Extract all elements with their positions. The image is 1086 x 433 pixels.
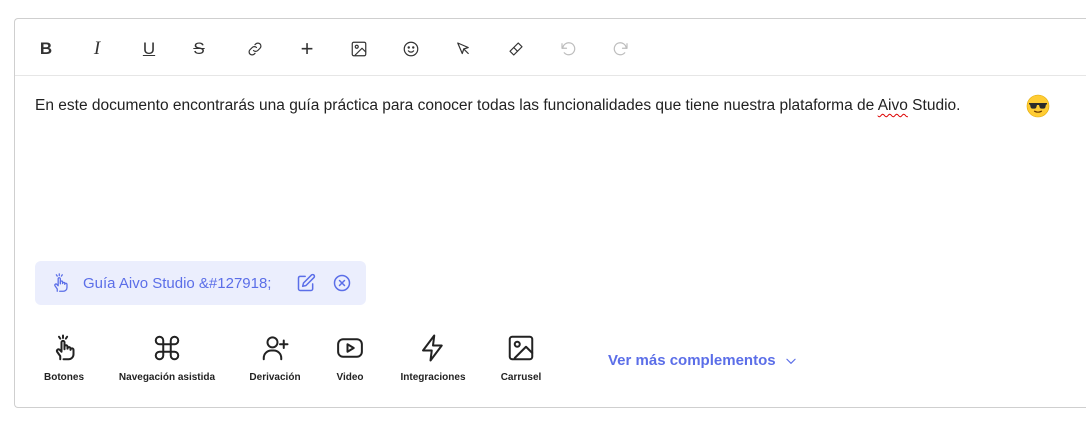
sunglasses-emoji-icon bbox=[1026, 94, 1050, 118]
tool-carrusel[interactable]: Carrusel bbox=[497, 333, 545, 383]
insert-image-button[interactable] bbox=[348, 38, 370, 60]
tool-video[interactable]: Video bbox=[330, 333, 370, 383]
tool-label: Botones bbox=[44, 372, 84, 383]
editor-toolbar: B I U S + bbox=[15, 19, 1086, 76]
close-circle-icon[interactable] bbox=[332, 273, 352, 293]
tool-botones[interactable]: Botones bbox=[39, 333, 89, 383]
tool-label: Navegación asistida bbox=[118, 372, 216, 383]
lightning-icon bbox=[418, 333, 448, 363]
rich-text-editor: B I U S + En este documento encontrarás … bbox=[14, 18, 1086, 408]
link-button[interactable] bbox=[244, 38, 266, 60]
misspelled-word: Aivo bbox=[877, 97, 908, 114]
bold-icon: B bbox=[39, 39, 53, 58]
redo-icon bbox=[613, 42, 628, 56]
eraser-icon bbox=[509, 42, 523, 56]
undo-button[interactable] bbox=[557, 38, 579, 60]
complements-bar: Botones Navegación asistida Derivación V… bbox=[15, 333, 1086, 393]
strikethrough-button[interactable]: S bbox=[188, 38, 210, 60]
bold-button[interactable]: B bbox=[35, 38, 57, 60]
tool-label: Video bbox=[336, 372, 364, 383]
tool-label: Derivación bbox=[249, 372, 301, 383]
plus-icon: + bbox=[300, 36, 314, 61]
cursor-arrow-icon bbox=[457, 42, 469, 55]
italic-icon: I bbox=[93, 38, 101, 59]
tool-label: Carrusel bbox=[500, 372, 542, 383]
image-icon bbox=[506, 333, 536, 363]
redo-button[interactable] bbox=[610, 38, 632, 60]
command-icon bbox=[152, 333, 182, 363]
eraser-button[interactable] bbox=[505, 38, 527, 60]
link-icon bbox=[248, 42, 262, 56]
undo-icon bbox=[561, 42, 576, 56]
tap-hand-icon bbox=[49, 333, 79, 363]
edit-icon[interactable] bbox=[296, 273, 316, 293]
play-icon bbox=[335, 333, 365, 363]
editor-content[interactable]: En este documento encontrarás una guía p… bbox=[35, 97, 1086, 115]
tool-derivacion[interactable]: Derivación bbox=[244, 333, 306, 383]
content-text-start: En este documento encontrarás una guía p… bbox=[35, 97, 878, 114]
user-plus-icon bbox=[260, 333, 290, 363]
more-complements-label: Ver más complementos bbox=[608, 352, 776, 369]
tool-label: Integraciones bbox=[400, 372, 466, 383]
underline-button[interactable]: U bbox=[138, 38, 160, 60]
add-button[interactable]: + bbox=[296, 38, 318, 60]
content-text-end: Studio. bbox=[907, 97, 961, 114]
italic-button[interactable]: I bbox=[86, 38, 108, 60]
emoji-button[interactable] bbox=[400, 38, 422, 60]
chip-label: Guía Aivo Studio &#127918; bbox=[83, 275, 272, 292]
image-icon bbox=[351, 41, 367, 57]
chevron-down-icon bbox=[785, 358, 796, 364]
button-chip[interactable]: Guía Aivo Studio &#127918; bbox=[35, 261, 366, 305]
smiley-icon bbox=[403, 41, 419, 57]
tool-integraciones[interactable]: Integraciones bbox=[398, 333, 468, 383]
strikethrough-icon: S bbox=[193, 39, 205, 58]
underline-icon: U bbox=[142, 39, 156, 58]
tool-navegacion-asistida[interactable]: Navegación asistida bbox=[115, 333, 219, 383]
select-button[interactable] bbox=[452, 38, 474, 60]
more-complements-button[interactable]: Ver más complementos bbox=[608, 352, 798, 369]
tap-hand-icon bbox=[54, 273, 68, 292]
